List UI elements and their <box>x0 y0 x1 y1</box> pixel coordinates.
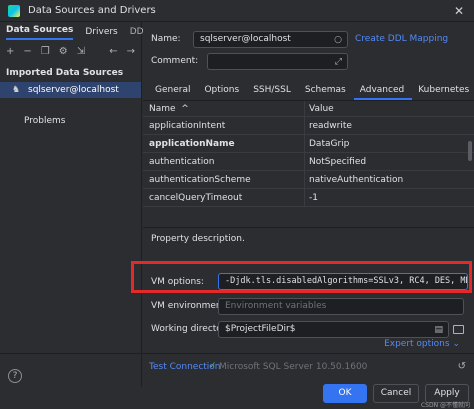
close-icon[interactable]: ✕ <box>454 4 464 18</box>
datagrip-logo-icon <box>8 4 20 17</box>
tab-data-sources[interactable]: Data Sources <box>6 25 74 40</box>
checkmark-icon: ✓ <box>209 361 217 371</box>
table-row[interactable]: cancelQueryTimeout -1 <box>143 189 474 207</box>
sqlserver-icon: ♞ <box>12 85 21 95</box>
export-icon[interactable]: ⇲ <box>77 46 85 57</box>
sort-asc-icon: ^ <box>181 103 189 114</box>
color-picker-icon[interactable]: ○ <box>334 33 342 47</box>
server-version-text: Microsoft SQL Server 10.50.1600 <box>219 362 368 372</box>
comment-field[interactable]: ⤢ <box>207 53 348 70</box>
tab-ddl-mappings[interactable]: DD <box>130 27 144 40</box>
name-label: Name: <box>151 34 181 44</box>
help-icon[interactable]: ? <box>8 369 22 383</box>
expert-options-link[interactable]: Expert options ⌄ <box>384 339 460 349</box>
ok-button[interactable]: OK <box>323 384 367 403</box>
right-pane: Name: sqlserver@localhost ○ Create DDL M… <box>131 22 474 387</box>
column-value-header[interactable]: Value <box>305 101 474 116</box>
tab-advanced[interactable]: Advanced <box>353 79 413 100</box>
vm-options-field[interactable]: -Djdk.tls.disabledAlgorithms=SSLv3, RC4,… <box>218 273 468 290</box>
tab-schemas[interactable]: Schemas <box>299 79 354 100</box>
folder-icon[interactable] <box>453 325 464 334</box>
copy-icon[interactable]: ❐ <box>41 46 50 57</box>
left-tabs: Data Sources Drivers DD <box>0 22 144 40</box>
watermark: CSDN @不懂就问 <box>420 402 470 409</box>
footer-divider <box>0 353 474 354</box>
vm-environment-field[interactable]: Environment variables <box>218 298 464 315</box>
forward-icon[interactable]: → <box>127 46 135 57</box>
tab-kubernetes[interactable]: Kubernetes <box>412 79 474 100</box>
create-ddl-mapping-link[interactable]: Create DDL Mapping <box>355 34 448 44</box>
grid-scrollbar[interactable] <box>468 141 472 161</box>
comment-label: Comment: <box>151 56 199 66</box>
tab-drivers[interactable]: Drivers <box>85 27 117 40</box>
revert-icon[interactable]: ↺ <box>458 361 466 372</box>
table-row[interactable]: applicationName DataGrip <box>143 135 474 153</box>
problems-item[interactable]: Problems <box>24 116 65 126</box>
datasource-item[interactable]: ♞ sqlserver@localhost <box>0 82 141 98</box>
table-row[interactable]: authentication NotSpecified <box>143 153 474 171</box>
column-name-header[interactable]: Name ^ <box>143 101 305 116</box>
window-title: Data Sources and Drivers <box>28 5 156 16</box>
expand-icon[interactable]: ⤢ <box>335 55 342 69</box>
left-toolbar: + − ❐ ⚙ ⇲ ← → <box>0 40 141 62</box>
title-bar: Data Sources and Drivers ✕ <box>0 0 474 22</box>
settings-tabs: General Options SSH/SSL Schemas Advanced… <box>143 79 474 101</box>
add-icon[interactable]: + <box>6 46 14 57</box>
back-icon[interactable]: ← <box>109 46 117 57</box>
table-row[interactable]: authenticationScheme nativeAuthenticatio… <box>143 171 474 189</box>
tab-options[interactable]: Options <box>198 79 247 100</box>
property-description: Property description. <box>143 227 474 263</box>
working-directory-field[interactable]: $ProjectFileDir$ ▤ <box>218 321 449 338</box>
datasource-label: sqlserver@localhost <box>28 85 119 95</box>
left-pane: Data Sources Drivers DD + − ❐ ⚙ ⇲ ← → Im… <box>0 22 144 387</box>
tab-ssh-ssl[interactable]: SSH/SSL <box>247 79 299 100</box>
name-field[interactable]: sqlserver@localhost ○ <box>193 31 348 48</box>
tab-general[interactable]: General <box>149 79 198 100</box>
remove-icon[interactable]: − <box>23 46 31 57</box>
settings-icon[interactable]: ⚙ <box>59 46 68 57</box>
vm-environment-label: VM environment: <box>151 301 229 311</box>
vm-options-label: VM options: <box>151 277 204 287</box>
section-title: Imported Data Sources <box>6 68 124 78</box>
table-row[interactable]: applicationIntent readwrite <box>143 117 474 135</box>
cancel-button[interactable]: Cancel <box>373 384 419 403</box>
macro-icon[interactable]: ▤ <box>434 323 443 337</box>
grid-header: Name ^ Value <box>143 101 474 117</box>
